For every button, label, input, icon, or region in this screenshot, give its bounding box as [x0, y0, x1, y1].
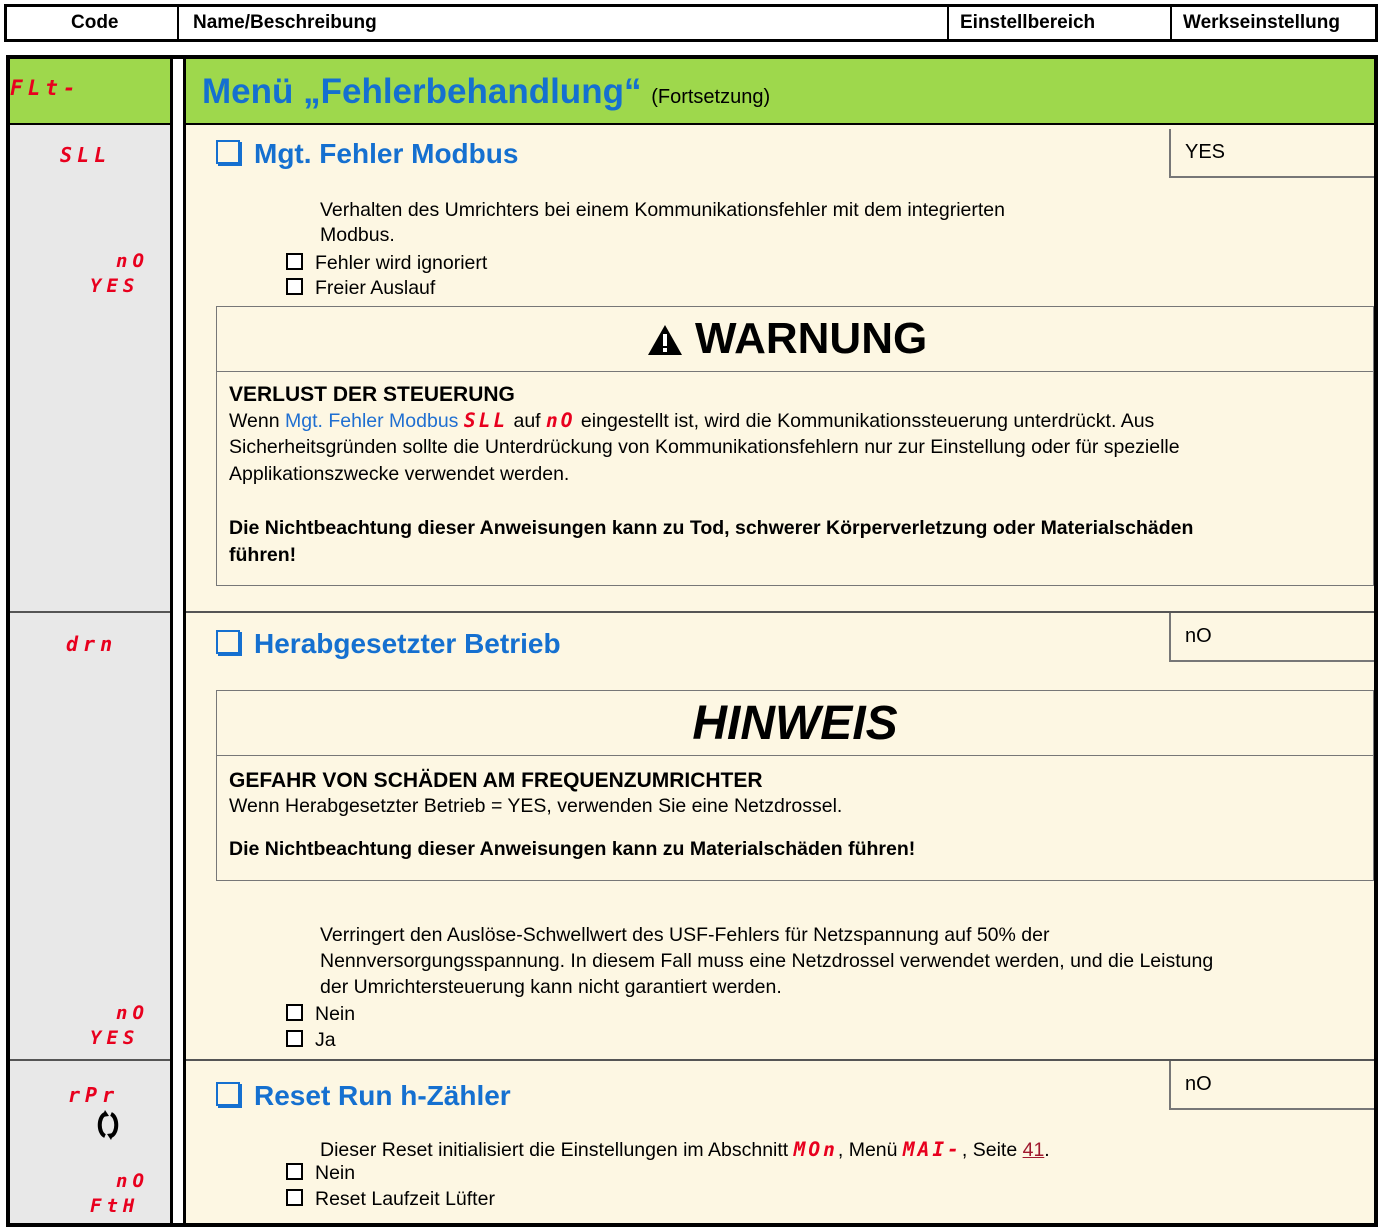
content-frame [6, 55, 1378, 1227]
header-divider [177, 7, 179, 39]
header-factory: Werkseinstellung [1183, 12, 1340, 33]
header-code: Code [71, 12, 119, 33]
table-header: Code Name/Beschreibung Einstellbereich W… [4, 4, 1378, 42]
header-divider [1170, 7, 1172, 39]
header-name: Name/Beschreibung [193, 12, 377, 33]
header-range: Einstellbereich [960, 12, 1096, 33]
header-divider [947, 7, 949, 39]
